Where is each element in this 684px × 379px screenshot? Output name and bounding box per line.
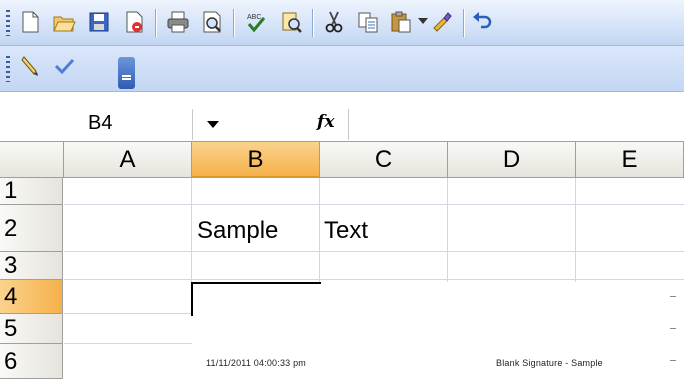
insert-function-button[interactable]: fx [317,112,334,132]
column-header-d[interactable]: D [448,142,576,178]
toolbar-grip[interactable] [6,56,10,82]
standard-toolbar: ABC [0,0,684,46]
toolbar-options-button[interactable] [118,57,135,89]
column-header-e[interactable]: E [576,142,684,178]
format-painter-icon[interactable] [426,6,458,38]
cell-b2[interactable]: Sample [197,217,278,245]
print-preview-icon[interactable] [196,6,228,38]
checkmark-icon[interactable] [48,50,80,82]
spelling-icon[interactable]: ABC [240,6,272,38]
column-header-b[interactable]: B [192,142,320,178]
name-box[interactable]: B4 [0,109,193,140]
name-box-value: B4 [88,112,113,134]
column-header-a[interactable]: A [64,142,192,178]
row-header-6[interactable]: 6 [0,344,63,379]
new-icon[interactable] [14,6,46,38]
open-icon[interactable] [48,6,80,38]
formula-bar: B4 fx [0,109,684,142]
signature-toolbar [0,46,684,92]
paste-icon[interactable] [385,6,417,38]
row-header-4[interactable]: 4 [0,280,63,314]
row-header-2[interactable]: 2 [0,205,63,252]
row-header-3[interactable]: 3 [0,252,63,280]
cut-icon[interactable] [318,6,350,38]
save-icon[interactable] [83,6,115,38]
name-box-dropdown-icon[interactable] [207,121,219,128]
column-header-c[interactable]: C [320,142,448,178]
cell-c2[interactable]: Text [324,217,368,245]
row-header-5[interactable]: 5 [0,314,63,344]
toolbar-grip[interactable] [6,10,10,36]
print-icon[interactable] [162,6,194,38]
permission-icon[interactable] [118,6,150,38]
research-icon[interactable] [275,6,307,38]
undo-icon[interactable] [466,6,498,38]
active-cell-b4[interactable] [191,282,321,316]
signature-caption: Blank Signature - Sample [496,358,603,368]
signature-pen-icon[interactable] [14,50,46,82]
signature-timestamp: 11/11/2011 04:00:33 pm [206,358,306,368]
row-header-1[interactable]: 1 [0,178,63,205]
copy-icon[interactable] [352,6,384,38]
spelling-badge: ABC [247,14,261,21]
select-all-corner[interactable] [0,142,64,178]
